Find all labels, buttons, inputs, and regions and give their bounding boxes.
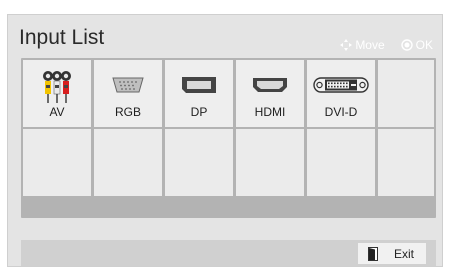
- exit-door-icon: [368, 246, 378, 261]
- av-rca-icon: [43, 71, 71, 103]
- ok-circle-icon: [400, 39, 413, 51]
- vga-port-icon: [112, 77, 144, 93]
- input-rgb-label: RGB: [114, 105, 141, 119]
- move-arrows-icon: [340, 39, 353, 51]
- displayport-icon: [182, 77, 216, 93]
- input-grid: AV RGB DP HDMI DVI-D: [21, 58, 436, 218]
- input-av[interactable]: AV: [23, 60, 91, 127]
- input-list-dialog: Input List Move OK AV RGB DP HDMI DVI-D …: [7, 14, 443, 267]
- input-dp-label: DP: [190, 105, 208, 119]
- empty-slot: [94, 129, 162, 196]
- input-rgb[interactable]: RGB: [94, 60, 162, 127]
- input-av-label: AV: [49, 105, 65, 119]
- move-hint-label: Move: [355, 38, 385, 52]
- input-hdmi[interactable]: HDMI: [236, 60, 304, 127]
- empty-slot: [236, 129, 304, 196]
- input-dvi-d-label: DVI-D: [324, 105, 358, 119]
- exit-button[interactable]: Exit: [358, 243, 426, 264]
- dvi-port-icon: [313, 77, 369, 93]
- empty-slot: [23, 129, 91, 196]
- ok-hint: OK: [400, 38, 433, 52]
- navigation-hints: Move OK: [340, 38, 433, 52]
- dialog-title: Input List: [19, 26, 105, 49]
- empty-slot: [378, 129, 434, 196]
- ok-hint-label: OK: [415, 38, 433, 52]
- hdmi-port-icon: [253, 78, 287, 92]
- input-dvi-d[interactable]: DVI-D: [307, 60, 375, 127]
- input-hdmi-label: HDMI: [254, 105, 286, 119]
- input-dp[interactable]: DP: [165, 60, 233, 127]
- empty-slot: [307, 129, 375, 196]
- empty-slot: [165, 129, 233, 196]
- dialog-footer: Exit: [21, 240, 436, 266]
- empty-slot: [378, 60, 434, 127]
- exit-button-label: Exit: [394, 246, 415, 261]
- move-hint: Move: [340, 38, 385, 52]
